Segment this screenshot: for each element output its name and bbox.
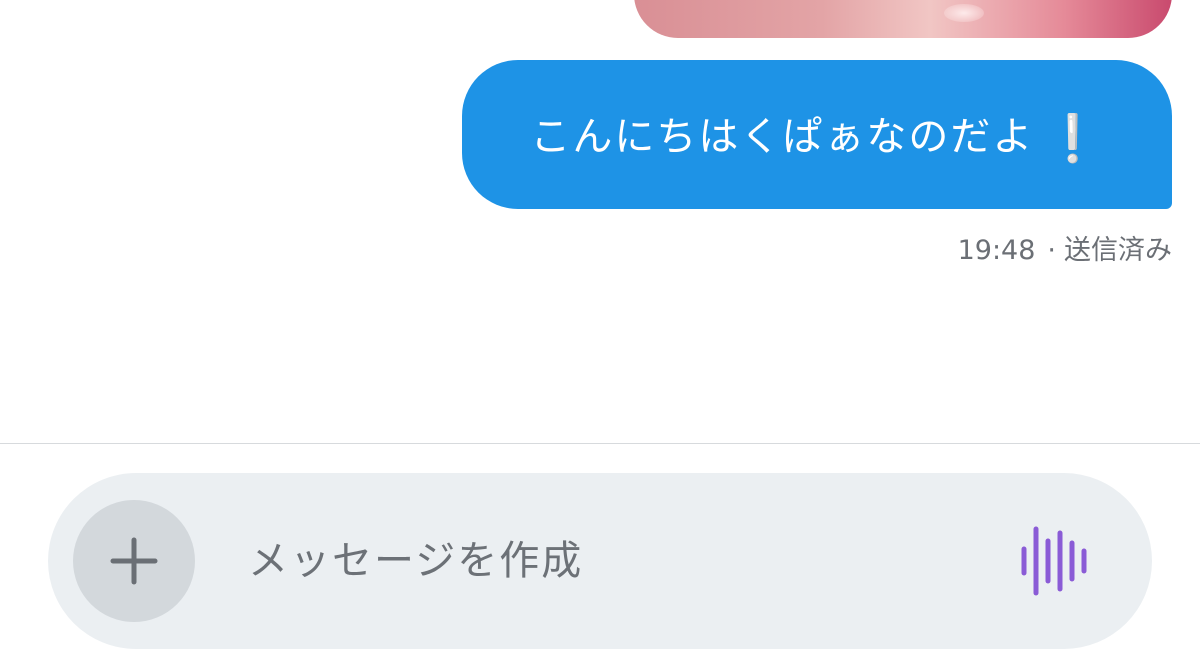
composer-divider	[0, 443, 1200, 444]
message-timestamp: 19:48	[957, 235, 1036, 266]
exclamation-emoji: ❕	[1044, 110, 1104, 165]
meta-separator: ·	[1047, 235, 1056, 266]
message-composer	[48, 473, 1152, 649]
message-status: 送信済み	[1064, 235, 1172, 266]
voice-input-button[interactable]	[1006, 517, 1102, 605]
add-attachment-button[interactable]	[73, 500, 195, 622]
voice-waveform-icon	[1021, 526, 1087, 596]
message-text: こんにちはくぱぁなのだよ ❕	[530, 104, 1103, 166]
sent-message-bubble[interactable]: こんにちはくぱぁなのだよ ❕	[462, 60, 1172, 209]
message-meta: 19:48 · 送信済み	[958, 228, 1172, 267]
image-highlight	[944, 4, 984, 22]
message-text-content: こんにちはくぱぁなのだよ	[530, 113, 1035, 160]
compose-message-input[interactable]	[248, 523, 978, 599]
chat-screen: こんにちはくぱぁなのだよ ❕ 19:48 · 送信済み	[0, 0, 1200, 670]
plus-icon	[110, 537, 158, 585]
image-message[interactable]	[634, 0, 1172, 38]
